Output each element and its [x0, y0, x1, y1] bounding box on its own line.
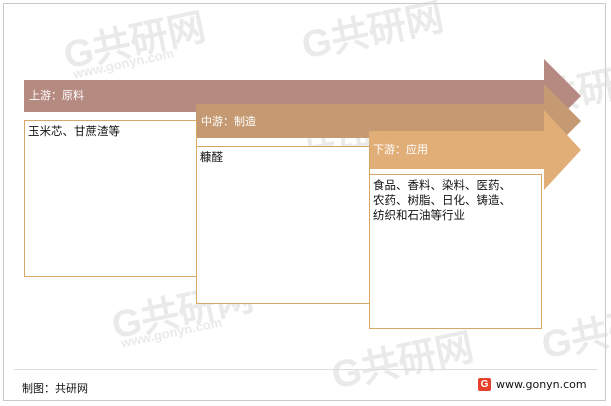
upstream-box: 玉米芯、甘蔗渣等 — [24, 120, 197, 277]
downstream-box: 食品、香料、染料、医药、 农药、树脂、日化、铸造、 纺织和石油等行业 — [369, 174, 542, 329]
downstream-title: 下游：应用 — [373, 143, 428, 156]
downstream-text-line: 纺织和石油等行业 — [373, 208, 465, 222]
source-credit: 制图：共研网 — [22, 382, 88, 395]
downstream-text-line: 农药、树脂、日化、铸造、 — [373, 193, 511, 207]
upstream-text: 玉米芯、甘蔗渣等 — [28, 124, 120, 138]
midstream-title: 中游：制造 — [201, 115, 256, 128]
footer-divider — [14, 369, 597, 370]
website-url: www.gonyn.com — [496, 378, 587, 391]
downstream-text-line: 食品、香料、染料、医药、 — [373, 178, 511, 192]
gonyn-logo-icon: G — [478, 378, 491, 391]
midstream-text: 糠醛 — [200, 150, 223, 164]
footer-brand: G www.gonyn.com — [478, 378, 587, 391]
midstream-box: 糠醛 — [196, 146, 370, 304]
upstream-title: 上游：原料 — [29, 89, 84, 102]
